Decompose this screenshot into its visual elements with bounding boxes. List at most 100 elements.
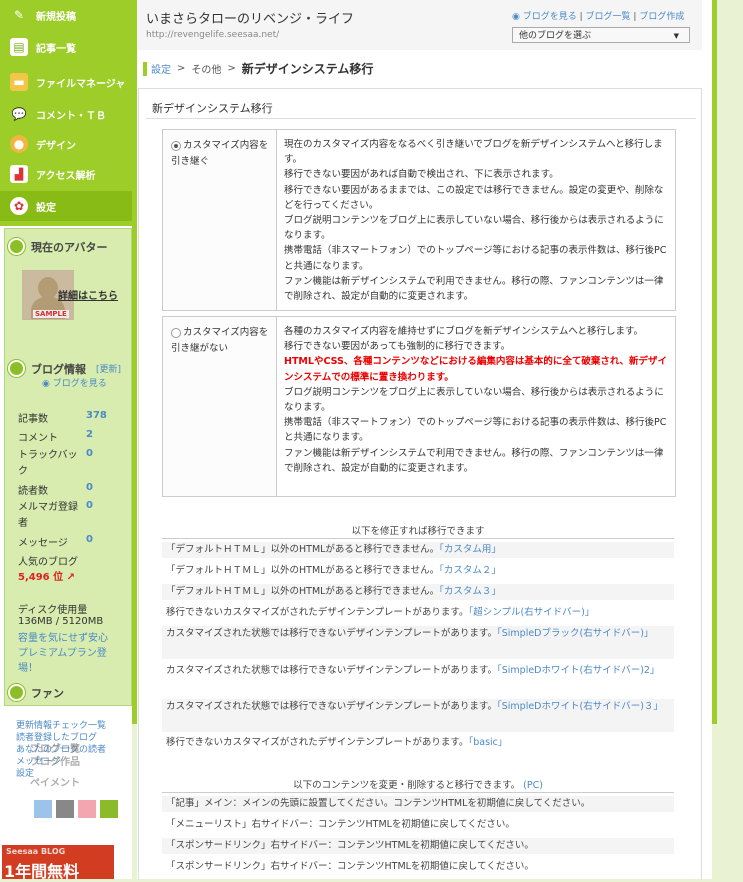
fix-row-link[interactable]: 「basic」 — [468, 737, 507, 748]
fix-row-text: カスタマイズされた状態では移行できないデザインテンプレートがあります。 — [166, 701, 497, 712]
avatar-details-link[interactable]: 詳細はこちら — [58, 288, 118, 306]
fix-row-text: 「デフォルトＨＴＭＬ」以外のHTMLがあると移行できません。 — [166, 586, 440, 597]
ranking-value[interactable]: 5,496 位 ↗ — [18, 568, 75, 583]
content-row: 「スポンサードリンク」右サイドバー：コンテンツHTMLを初期値に戻してください。 — [166, 861, 534, 872]
fix-row-link[interactable]: 「SimpleDホワイト(右サイドバー)2」 — [497, 665, 659, 676]
blog-list-link[interactable]: ブログ一覧 — [586, 12, 631, 22]
update-link[interactable]: [更新] — [96, 362, 121, 375]
page-title: 新デザインシステム移行 — [241, 62, 374, 76]
overlay-blog-works[interactable]: ブログ作品 — [30, 756, 80, 769]
stat-value[interactable]: 0 — [86, 482, 93, 493]
nav-label: 記事一覧 — [36, 43, 76, 55]
fan-panel-title: ファン — [8, 684, 64, 701]
overlay-blog-list[interactable]: ブログ一覧 — [30, 743, 80, 756]
fix-row-link[interactable]: 「カスタム２」 — [439, 565, 501, 576]
desc-line: 各種のカスタマイズ内容を維持せずにブログを新デザインシステムへと移行します。 — [284, 326, 644, 337]
desc-line: 現在のカスタマイズ内容をなるべく引き継いでブログを新デザインシステムへと移行しま… — [284, 139, 663, 166]
desc-line: ブログ説明コンテンツをブログ上に表示していない場合、移行後からは表示されるように… — [284, 215, 664, 242]
comment-icon: 💬 — [11, 107, 27, 121]
other-blog-select[interactable]: 他のブログを選ぶ ▼ — [512, 27, 690, 43]
premium-link[interactable]: 容量を気にせず安心プレミアムプラン登場！ — [18, 631, 114, 676]
radio-unselected-icon[interactable] — [171, 327, 181, 338]
arrow-up-right-icon: ↗ — [66, 572, 75, 583]
fix-section-title: 以下を修正すれば移行できます — [351, 526, 485, 537]
fix-row-text: カスタマイズされた状態では移行できないデザインテンプレートがあります。 — [166, 628, 497, 639]
stat-value[interactable]: 2 — [86, 429, 93, 440]
fix-row: 「デフォルトＨＴＭＬ」以外のHTMLがあると移行できません。「カスタム３」 — [162, 584, 674, 600]
nav-analytics[interactable]: ▟ アクセス解析 — [0, 159, 132, 189]
avatar-panel-title: 現在のアバター — [8, 238, 108, 255]
breadcrumb: 設定 > その他 > 新デザインシステム移行 — [143, 60, 373, 77]
nav-label: コメント・ＴＢ — [36, 110, 106, 122]
desc-line: 移行できない要因があっても強制的に移行できます。 — [284, 341, 511, 353]
view-icon: ◉ — [512, 12, 520, 22]
desc-line: 移行できない要因があるままでは、この設定では移行できません。設定の変更や、削除な… — [284, 184, 664, 211]
nav-comments[interactable]: 💬 コメント・ＴＢ — [0, 99, 132, 129]
gear-icon: ✿ — [10, 197, 28, 215]
option-keep-label[interactable]: カスタマイズ内容を引き継ぐ — [171, 138, 271, 170]
fix-row: カスタマイズされた状態では移行できないデザインテンプレートがあります。「Simp… — [162, 626, 674, 659]
stat-label: メッセージ — [18, 538, 68, 549]
fix-row-text: 「デフォルトＨＴＭＬ」以外のHTMLがあると移行できません。 — [166, 544, 440, 555]
option-keep-description: 現在のカスタマイズ内容をなるべく引き継いでブログを新デザインシステムへと移行しま… — [284, 137, 668, 304]
stat-value[interactable]: 0 — [86, 448, 93, 459]
fix-row-link[interactable]: 「カスタム３」 — [439, 586, 501, 597]
fix-row-link[interactable]: 「超シンプル(右サイドバー)」 — [468, 607, 594, 618]
panel-title: 新デザインシステム移行 — [152, 102, 273, 115]
content-section-title: 以下のコンテンツを変更・削除すると移行できます。 (PC) — [162, 777, 674, 791]
content-row: 「メニューリスト」右サイドバー：コンテンツHTMLを初期値に戻してください。 — [166, 819, 515, 830]
fix-row-link[interactable]: 「SimpleDブラック(右サイドバー)」 — [497, 628, 653, 639]
bullet-icon — [8, 360, 25, 377]
fix-row-link[interactable]: 「カスタム用」 — [439, 544, 501, 555]
desc-line: ファン機能は新デザインシステムで利用できません。移行の際、ファンコンテンツは一律… — [284, 275, 664, 303]
content-row: 「スポンサードリンク」右サイドバー：コンテンツHTMLを初期値に戻してください。 — [162, 838, 674, 854]
bullet-icon — [8, 238, 25, 255]
fix-row-text: 「デフォルトＨＴＭＬ」以外のHTMLがあると移行できません。 — [166, 565, 440, 576]
stat-value[interactable]: 378 — [86, 410, 107, 421]
color-swatch-green[interactable] — [100, 800, 118, 818]
overlay-menu: ブログ一覧 ブログ作品 ペイメント — [30, 743, 80, 790]
view-icon: ◉ — [42, 379, 50, 389]
content-row: 「記事」メイン：メインの先頭に設置してください。コンテンツHTMLを初期値に戻し… — [162, 796, 674, 812]
fix-row: 「デフォルトＨＴＭＬ」以外のHTMLがあると移行できません。「カスタム２」 — [162, 563, 674, 579]
radio-selected-icon[interactable] — [171, 140, 181, 151]
color-swatch-blue[interactable] — [34, 800, 52, 818]
nav-settings[interactable]: ✿ 設定 — [0, 191, 132, 221]
blog-url: http://revengelife.seesaa.net/ — [146, 30, 280, 40]
fix-row: カスタマイズされた状態では移行できないデザインテンプレートがあります。「Simp… — [162, 699, 674, 732]
nav-design[interactable]: ● デザイン — [0, 129, 132, 159]
desc-line: 携帯電話（非スマートフォン）でのトップページ等における記事の表示件数は、移行後P… — [284, 245, 667, 272]
blog-create-link[interactable]: ブログ作成 — [639, 12, 684, 22]
fix-row: 「デフォルトＨＴＭＬ」以外のHTMLがあると移行できません。「カスタム用」 — [162, 542, 674, 558]
fix-row-link[interactable]: 「SimpleDホワイト(右サイドバー)３」 — [497, 701, 663, 712]
stat-value[interactable]: 0 — [86, 534, 93, 545]
chart-icon: ▟ — [10, 165, 28, 183]
stat-label: メルマガ登録者 — [18, 502, 78, 529]
option-discard-text: カスタマイズ内容を引き継がない — [171, 327, 269, 354]
pencil-icon: ✎ — [13, 8, 25, 22]
content-section-text: 以下のコンテンツを変更・削除すると移行できます。 — [293, 780, 521, 791]
view-blog-sidebar-text: ブログを見る — [52, 379, 107, 389]
nav-label: アクセス解析 — [36, 170, 96, 182]
ranking-label: 人気のブログ — [18, 557, 78, 568]
stat-label: コメント — [18, 433, 58, 444]
nav-new-post[interactable]: ✎ 新規投稿 — [0, 0, 132, 30]
option-discard-label[interactable]: カスタマイズ内容を引き継がない — [171, 325, 271, 357]
view-blog-link[interactable]: ブログを見る — [523, 12, 577, 22]
nav-file-manager[interactable]: ▬ ファイルマネージャ — [0, 67, 132, 97]
nav-label: デザイン — [36, 140, 76, 152]
desc-line: ファン機能は新デザインシステムで利用できません。移行の際、ファンコンテンツは一律… — [284, 447, 664, 474]
desc-warning: HTMLやCSS、各種コンテンツなどにおける編集内容は基本的に全て破棄され、新デ… — [284, 356, 667, 383]
option-discard-customize: カスタマイズ内容を引き継がない 各種のカスタマイズ内容を維持せずにブログを新デザ… — [162, 316, 676, 497]
crumb-settings[interactable]: 設定 — [151, 61, 171, 76]
view-blog-sidebar-link[interactable]: ◉ ブログを見る — [42, 376, 107, 389]
color-swatch-pink[interactable] — [78, 800, 96, 818]
promo-banner[interactable]: Seesaa BLOG 1年間無料 — [2, 845, 114, 881]
option-discard-description: 各種のカスタマイズ内容を維持せずにブログを新デザインシステムへと移行します。 移… — [284, 324, 668, 476]
stat-value[interactable]: 0 — [86, 500, 93, 511]
color-swatch-gray[interactable] — [56, 800, 74, 818]
overlay-payment[interactable]: ペイメント — [30, 777, 80, 790]
link-update-check[interactable]: 更新情報チェック一覧 — [16, 720, 132, 732]
nav-articles[interactable]: ▤ 記事一覧 — [0, 32, 132, 62]
bullet-icon — [8, 684, 25, 701]
